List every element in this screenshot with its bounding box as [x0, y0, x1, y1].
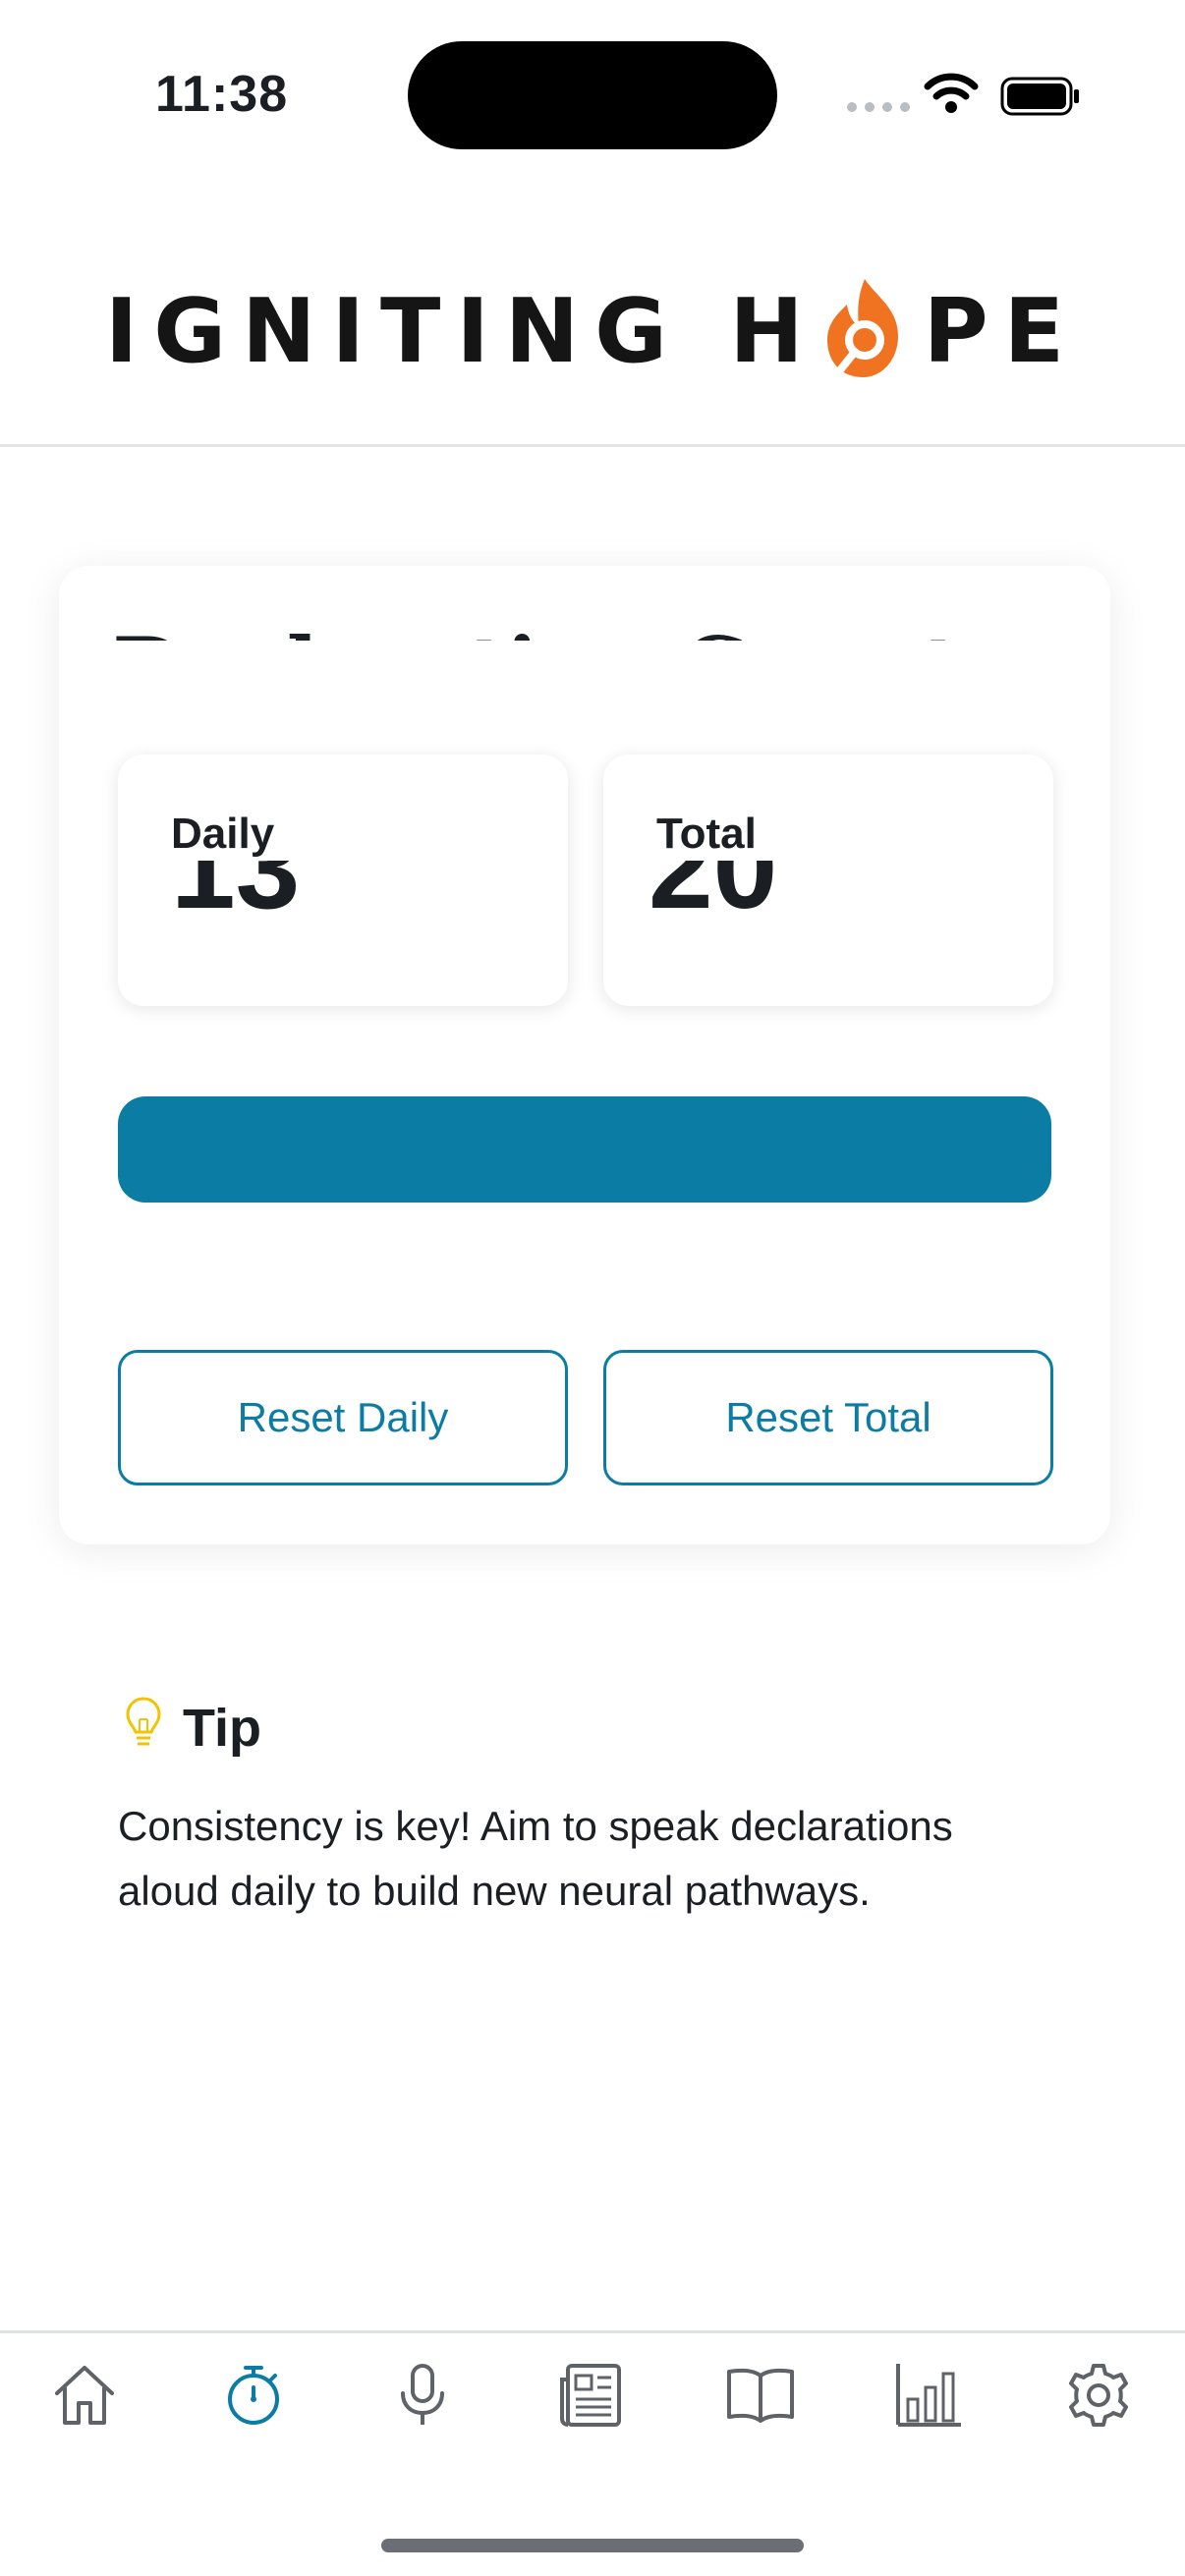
- app-logo: IGNITING H PE: [0, 275, 1185, 383]
- increment-button[interactable]: [118, 1096, 1051, 1203]
- lightbulb-icon: [126, 1697, 161, 1746]
- tab-settings[interactable]: [1059, 2356, 1138, 2435]
- logo-text-left: IGNITING H: [104, 280, 819, 383]
- total-label: Total: [656, 810, 757, 858]
- daily-label: Daily: [171, 810, 275, 858]
- total-value: 20: [649, 861, 778, 933]
- flame-o-icon: [826, 279, 898, 377]
- newspaper-icon: [560, 2364, 621, 2427]
- stopwatch-icon: [228, 2366, 279, 2425]
- home-indicator: [381, 2539, 804, 2552]
- cellular-signal-icon: [847, 102, 910, 112]
- declaration-counter-card: Declaration Counter Daily 13 Total 20 Re…: [59, 566, 1110, 1544]
- status-time: 11:38: [155, 66, 289, 123]
- daily-count-box: Daily 13: [118, 755, 568, 1006]
- gear-icon: [1069, 2364, 1128, 2427]
- dynamic-island: [408, 41, 777, 149]
- tip-title: Tip: [183, 1699, 261, 1758]
- daily-value: 13: [171, 861, 301, 933]
- reset-total-button[interactable]: Reset Total: [603, 1350, 1053, 1485]
- home-icon: [55, 2366, 114, 2425]
- total-count-box: Total 20: [603, 755, 1053, 1006]
- battery-icon: [1000, 77, 1079, 116]
- wifi-icon: [924, 73, 979, 113]
- card-title: Declaration Counter: [59, 619, 1110, 641]
- book-icon: [727, 2368, 794, 2423]
- tab-library[interactable]: [721, 2356, 800, 2435]
- tab-news[interactable]: [552, 2356, 631, 2435]
- bar-chart-icon: [896, 2364, 961, 2427]
- tab-record[interactable]: [383, 2356, 462, 2435]
- tab-stats[interactable]: [890, 2356, 969, 2435]
- microphone-icon: [401, 2364, 444, 2425]
- reset-daily-button[interactable]: Reset Daily: [118, 1350, 568, 1485]
- tab-bar-divider: [0, 2330, 1185, 2333]
- tab-counter[interactable]: [214, 2356, 293, 2435]
- logo-text-right: PE: [923, 280, 1081, 383]
- tip-text: Consistency is key! Aim to speak declara…: [118, 1803, 953, 1914]
- tab-home[interactable]: [45, 2356, 124, 2435]
- header-divider: [0, 444, 1185, 447]
